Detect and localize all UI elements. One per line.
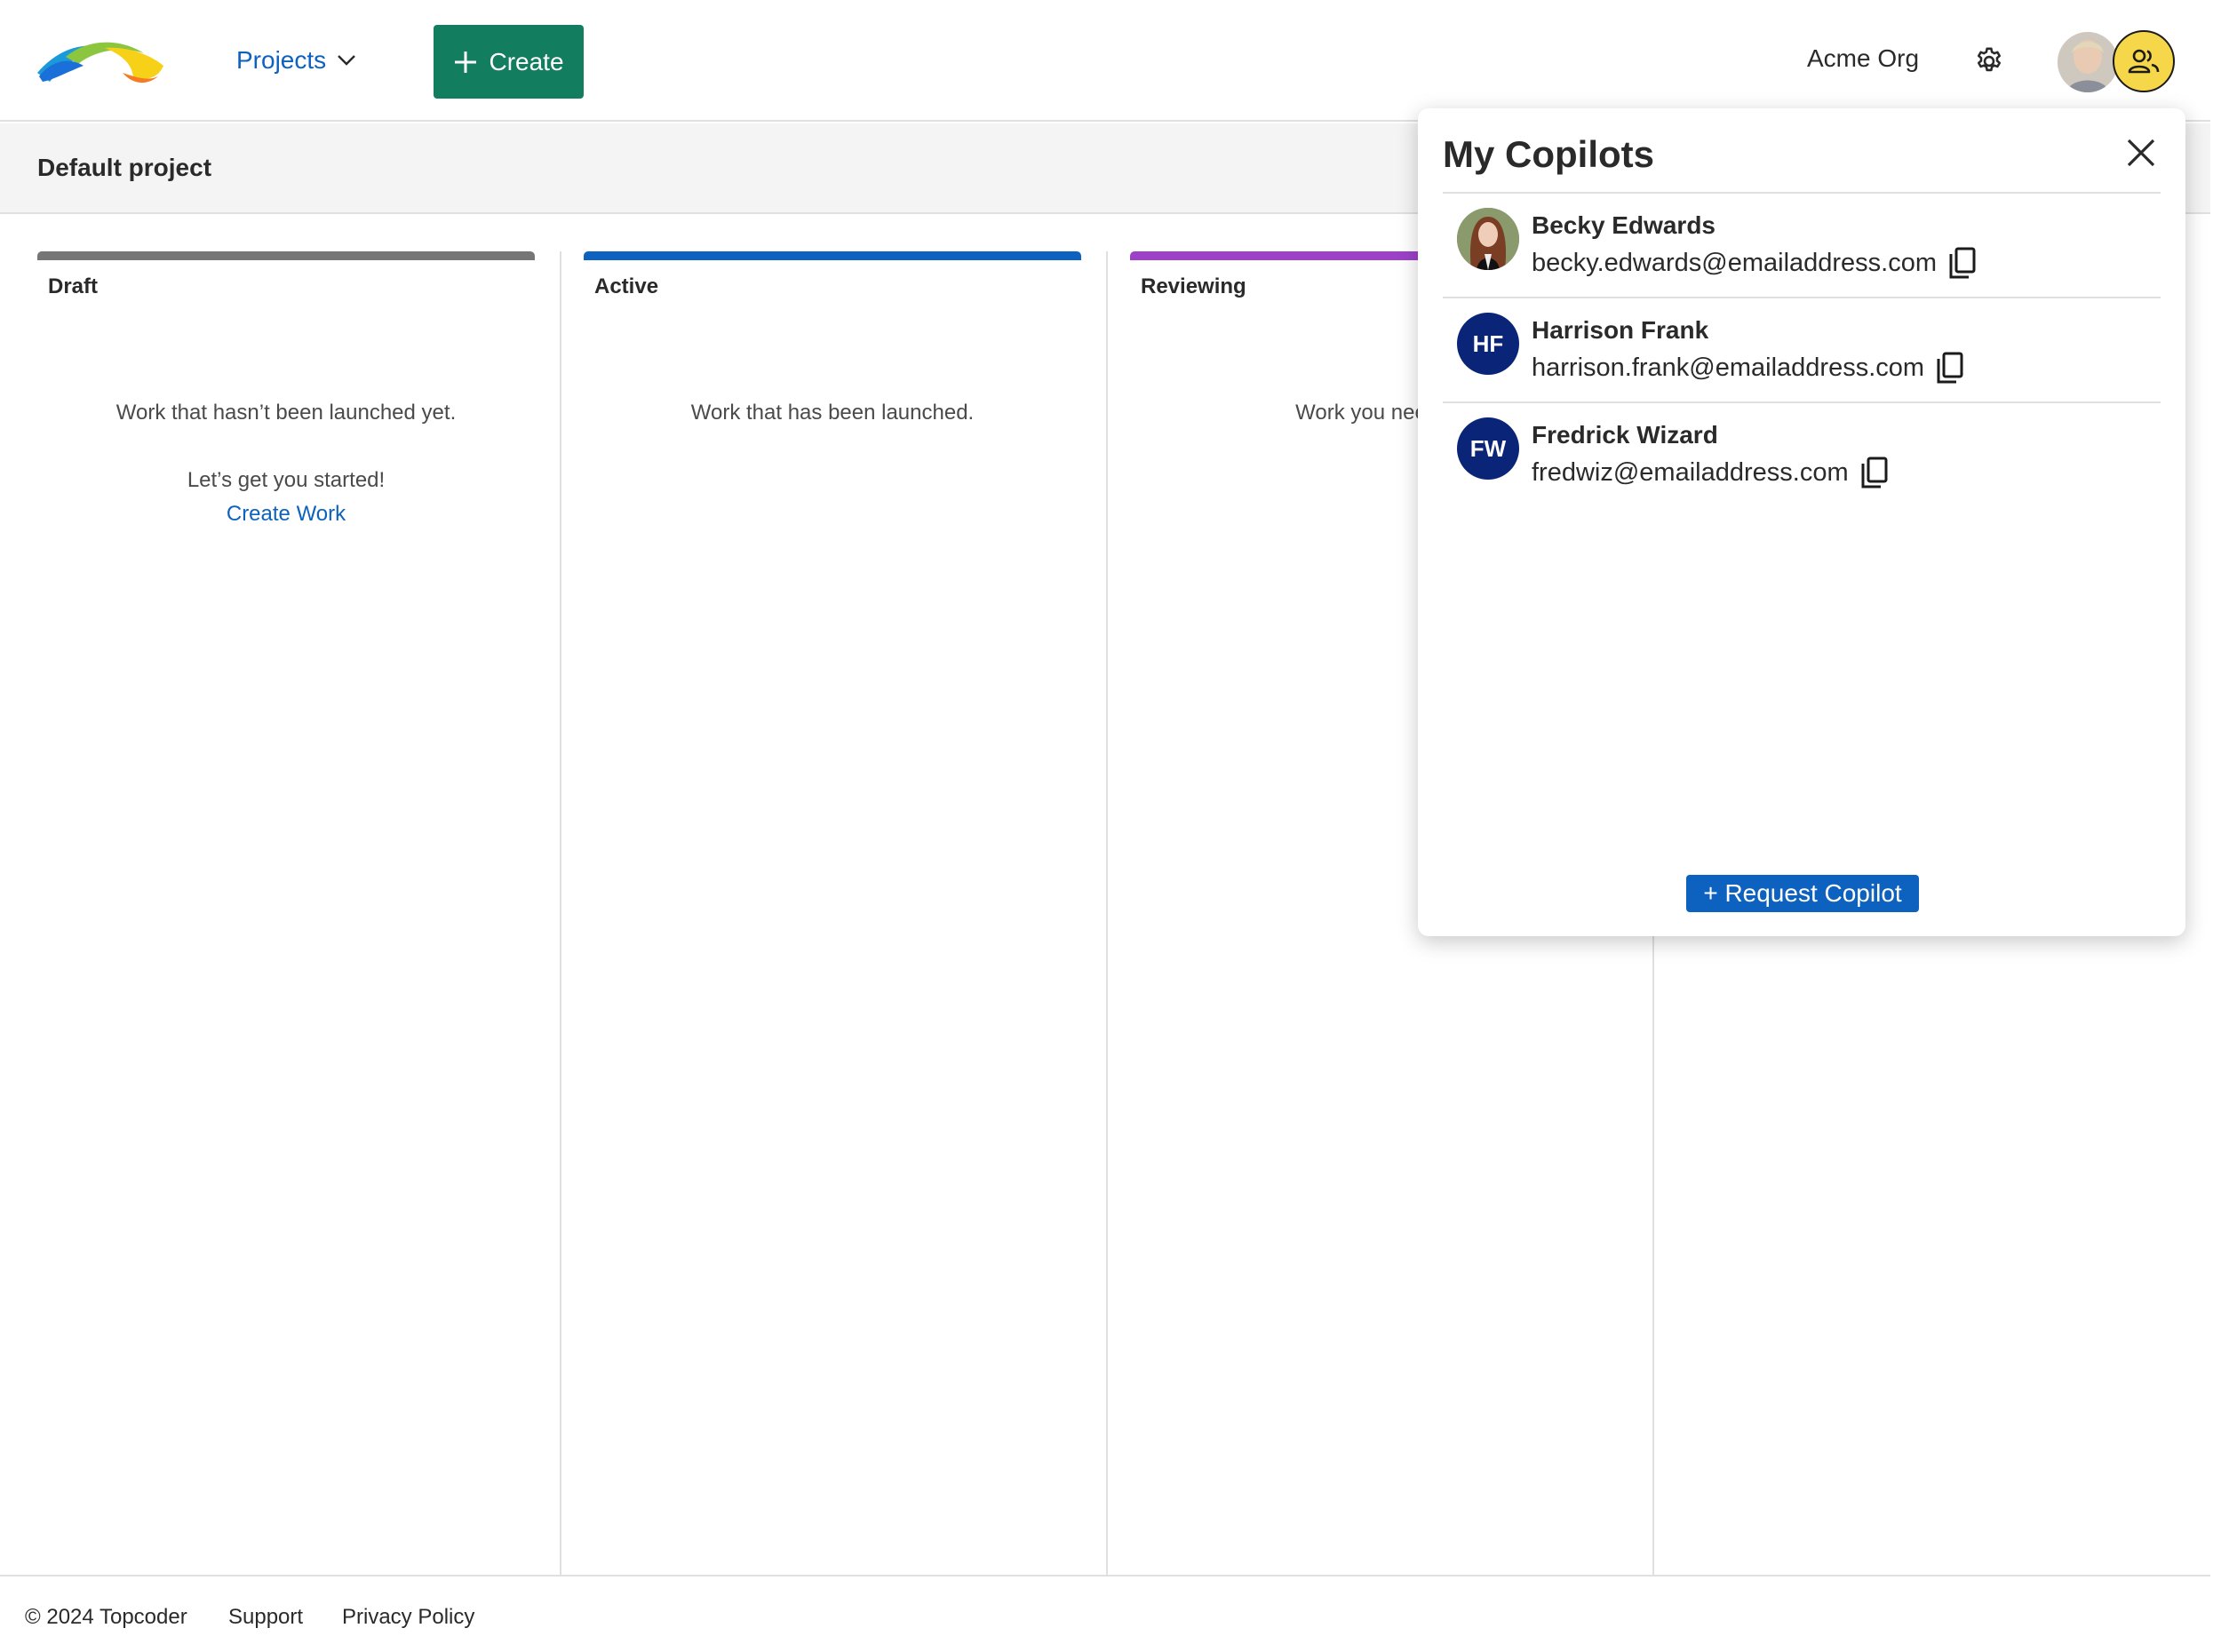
- user-photo-icon: [2058, 32, 2118, 92]
- column-draft-description: Work that hasn’t been launched yet.: [115, 401, 457, 425]
- footer-copyright: © 2024 Topcoder: [25, 1605, 187, 1629]
- request-copilot-label: + Request Copilot: [1703, 879, 1902, 907]
- copilot-row: Becky Edwards becky.edwards@emailaddress…: [1443, 192, 2161, 297]
- column-active: Active Work that has been launched.: [546, 216, 1106, 1575]
- copilot-row: FW Fredrick Wizard fredwiz@emailaddress.…: [1443, 401, 2161, 506]
- copilot-email-group: harrison.frank@emailaddress.com: [1532, 352, 1965, 384]
- copilot-row: HF Harrison Frank harrison.frank@emailad…: [1443, 297, 2161, 401]
- users-icon: [2128, 49, 2160, 74]
- projects-nav-dropdown[interactable]: Projects: [236, 43, 356, 78]
- copilot-avatar: HF: [1457, 313, 1519, 375]
- gear-icon[interactable]: [1974, 46, 2004, 76]
- copilots-list: Becky Edwards becky.edwards@emailaddress…: [1443, 192, 2161, 506]
- footer-privacy-link[interactable]: Privacy Policy: [342, 1605, 474, 1630]
- column-draft-title: Draft: [48, 274, 99, 298]
- column-reviewing-title: Reviewing: [1141, 274, 1246, 298]
- copilot-photo-icon: [1457, 208, 1519, 270]
- top-header: Projects Create Acme Org: [0, 0, 2210, 122]
- create-work-link-text[interactable]: Create Work: [227, 502, 346, 526]
- copy-icon[interactable]: [1935, 352, 1965, 384]
- user-avatar[interactable]: [2058, 32, 2118, 92]
- topcoder-logo[interactable]: [34, 37, 165, 85]
- footer-support-link[interactable]: Support: [228, 1605, 303, 1630]
- copilot-avatar: FW: [1457, 417, 1519, 480]
- create-button[interactable]: Create: [434, 25, 584, 99]
- copilot-email: harrison.frank@emailaddress.com: [1532, 353, 1925, 382]
- copy-icon[interactable]: [1947, 247, 1978, 279]
- copilot-name: Harrison Frank: [1532, 316, 1709, 344]
- copilot-name: Fredrick Wizard: [1532, 421, 1718, 449]
- copilots-toggle-button[interactable]: [2113, 30, 2175, 92]
- copilot-email-group: becky.edwards@emailaddress.com: [1532, 247, 1978, 279]
- copy-icon[interactable]: [1859, 457, 1890, 488]
- column-draft-bar: [37, 251, 535, 260]
- page-footer: © 2024 Topcoder Support Privacy Policy: [0, 1575, 2210, 1652]
- copilots-panel-title: My Copilots: [1443, 133, 1654, 175]
- create-button-label: Create: [489, 47, 564, 75]
- copilot-email: becky.edwards@emailaddress.com: [1532, 248, 1938, 277]
- column-draft: Draft Work that hasn’t been launched yet…: [0, 216, 560, 1575]
- copilot-avatar: [1457, 208, 1519, 270]
- close-icon[interactable]: [2123, 135, 2159, 171]
- copilot-name: Becky Edwards: [1532, 211, 1716, 239]
- column-draft-subtext: Let’s get you started!: [187, 468, 386, 492]
- copilot-email-group: fredwiz@emailaddress.com: [1532, 457, 1890, 488]
- page-title: Default project: [37, 154, 212, 181]
- column-active-description: Work that has been launched.: [690, 401, 975, 425]
- plus-icon: [455, 51, 477, 73]
- create-work-link: Create Work: [37, 502, 535, 527]
- request-copilot-button[interactable]: + Request Copilot: [1686, 875, 1919, 912]
- column-active-bar: [584, 251, 1081, 260]
- projects-nav-label: Projects: [236, 46, 327, 74]
- copilots-panel: My Copilots Becky Edwards becky.edwards@…: [1418, 108, 2185, 936]
- column-active-title: Active: [594, 274, 659, 298]
- org-name[interactable]: Acme Org: [1807, 44, 1919, 73]
- chevron-down-icon: [338, 55, 356, 66]
- copilot-email: fredwiz@emailaddress.com: [1532, 457, 1849, 487]
